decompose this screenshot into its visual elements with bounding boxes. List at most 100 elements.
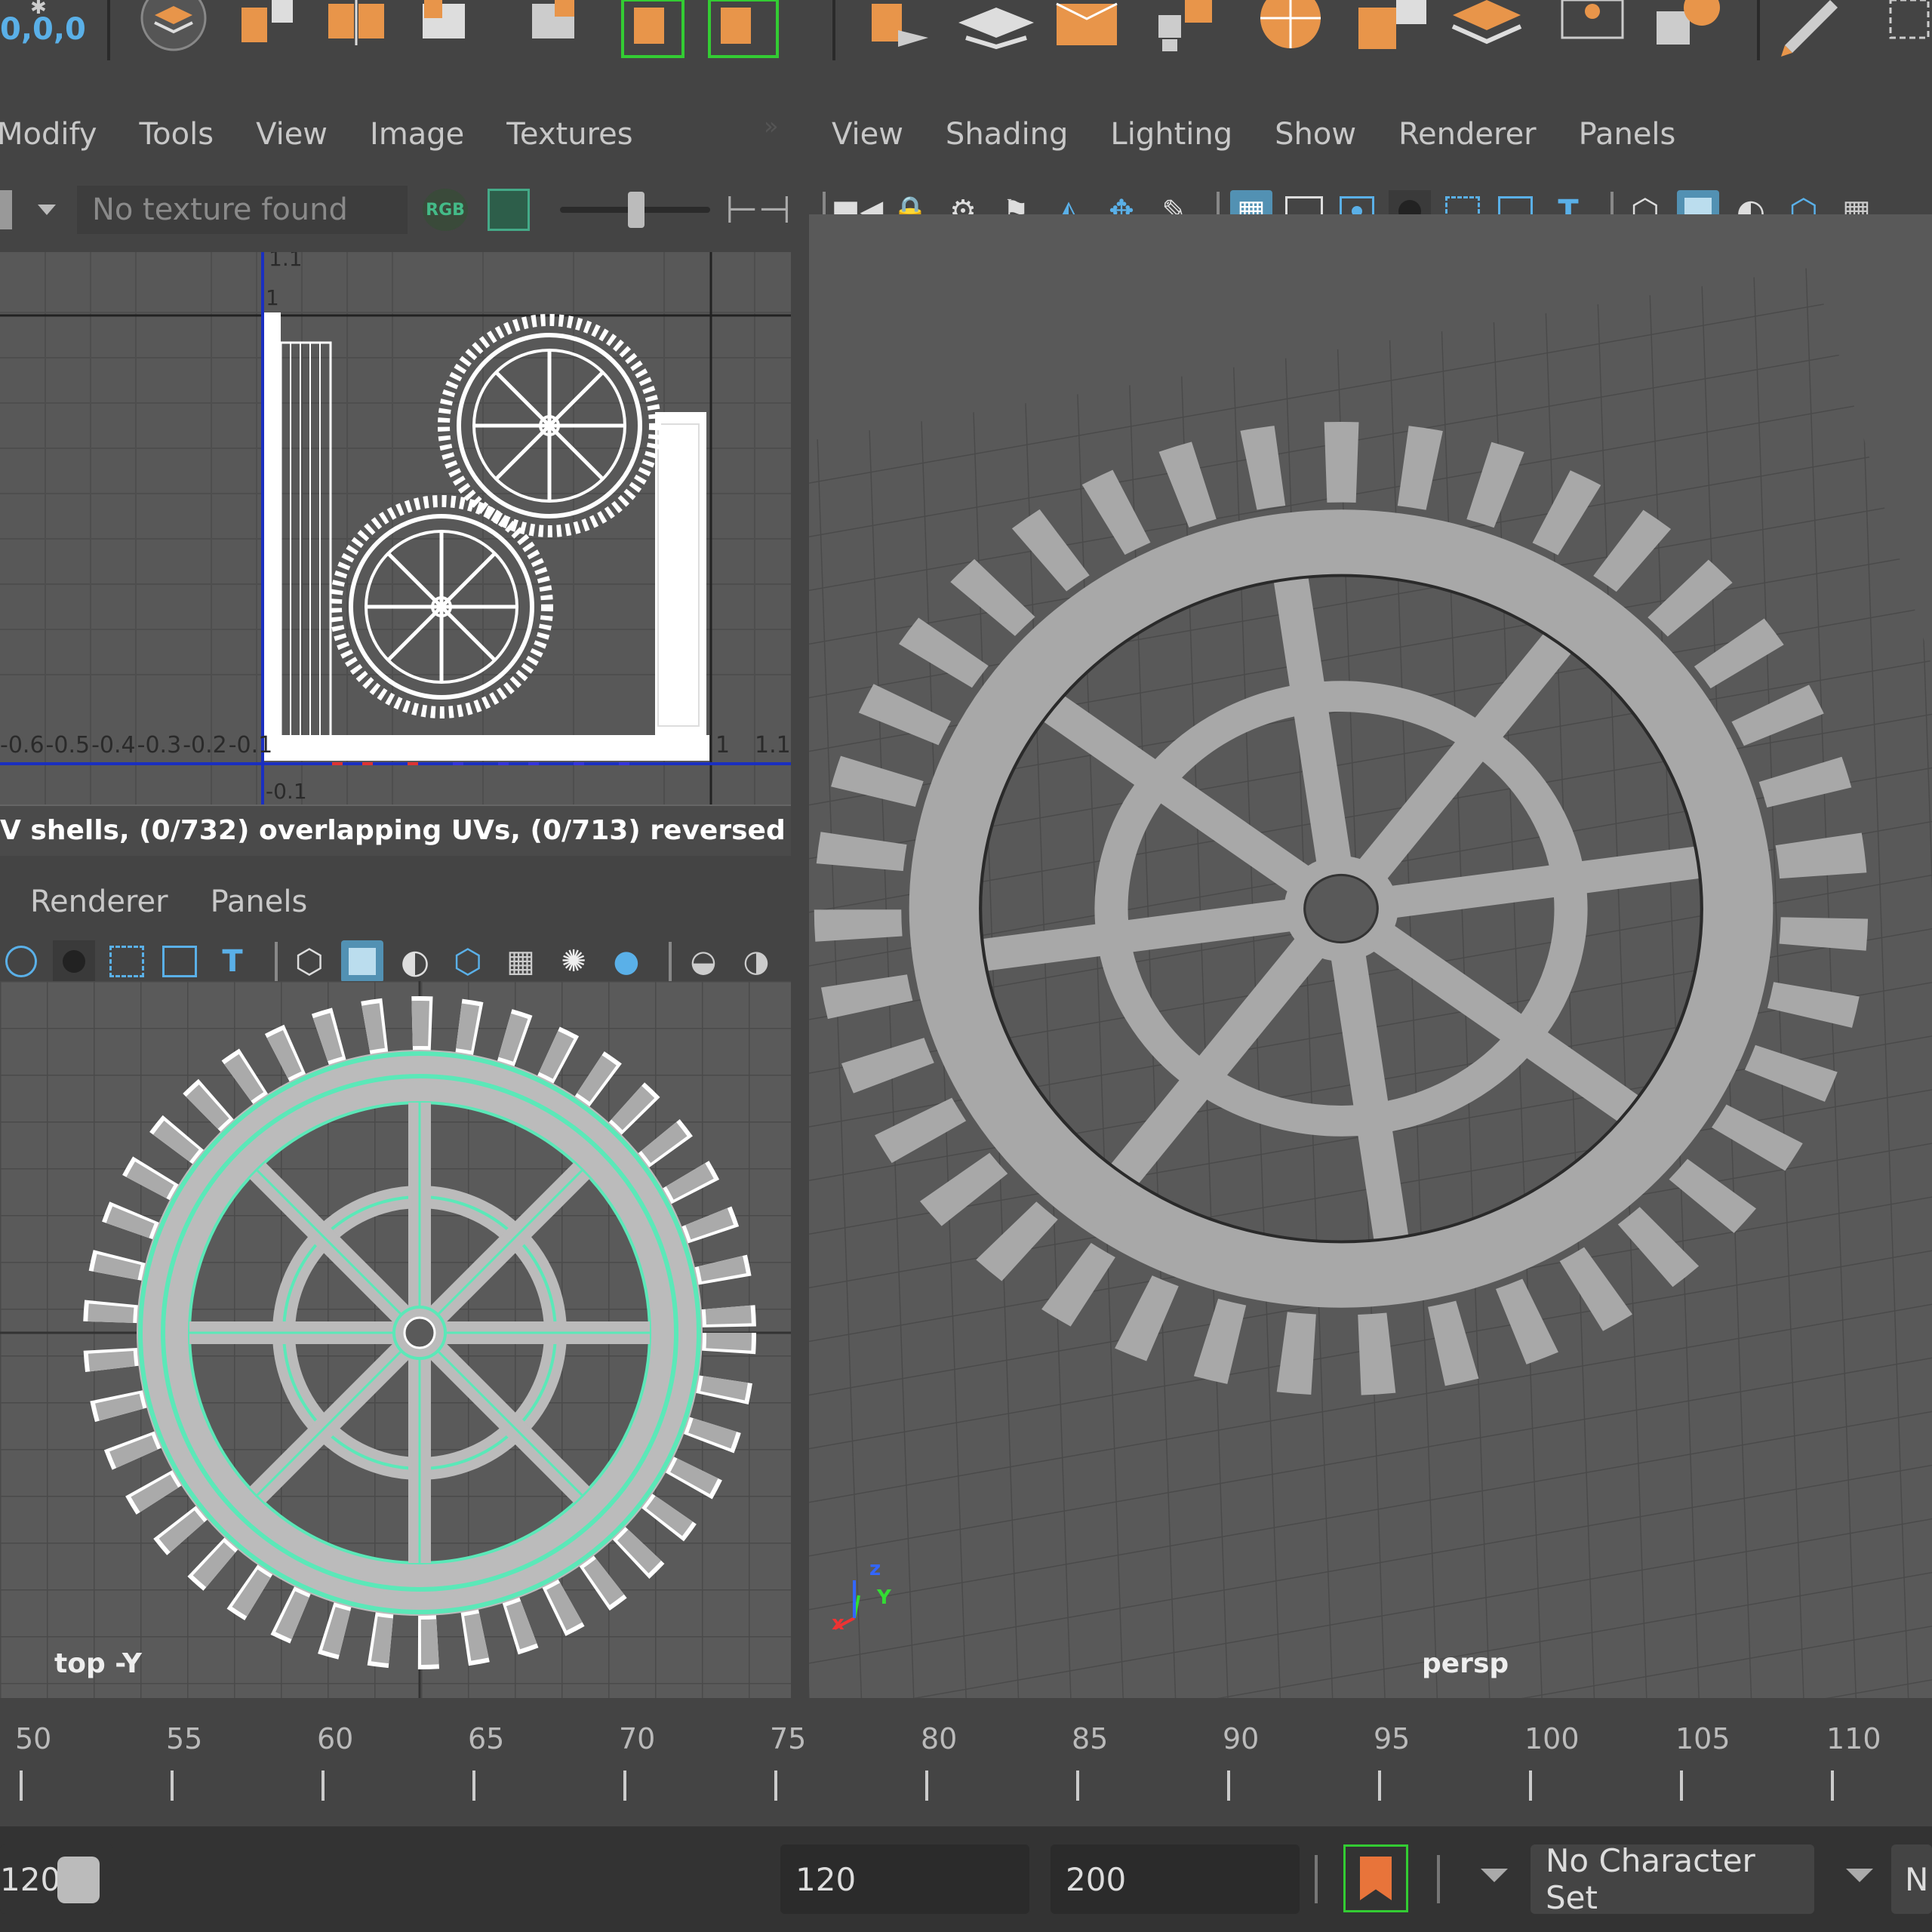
ambient-occlusion-icon[interactable]: ◒ xyxy=(682,940,724,983)
wireframe-cube-icon[interactable]: ⬡ xyxy=(288,940,331,983)
smooth-shade-icon[interactable] xyxy=(341,940,383,983)
shadows-icon[interactable]: ● xyxy=(605,940,648,983)
axis-y-label: Y xyxy=(877,1586,891,1609)
uv-editor-viewport[interactable]: -0.6 -0.5 -0.4 -0.3 -0.2 -0.1 1 1.1 1.1 … xyxy=(0,252,791,856)
grid-sew-icon[interactable] xyxy=(532,0,574,38)
rgb-channel-icon[interactable]: RGB xyxy=(423,189,468,231)
xray-icon[interactable] xyxy=(53,940,95,983)
lights-icon[interactable]: ✺ xyxy=(552,940,595,983)
uv-shell-bottom[interactable] xyxy=(264,735,709,761)
menu-textures[interactable]: Textures xyxy=(506,117,632,152)
menu-show[interactable]: Show xyxy=(1275,117,1356,152)
timeline-tick-label: 65 xyxy=(468,1722,505,1755)
menu-view[interactable]: View xyxy=(256,117,328,152)
auto-key-button[interactable] xyxy=(1343,1844,1408,1912)
persp-viewport[interactable]: z Y x persp xyxy=(809,214,1932,1698)
menu-lighting[interactable]: Lighting xyxy=(1110,117,1232,152)
menu-modify[interactable]: Modify xyxy=(0,117,97,152)
bounding-box-icon[interactable] xyxy=(1561,0,1624,39)
persp-menubar: View Shading Lighting Show Renderer Pane… xyxy=(832,104,1718,165)
menu-image[interactable]: Image xyxy=(370,117,464,152)
tick-label: -0.2 xyxy=(183,732,227,758)
uv-gear-large[interactable] xyxy=(438,314,661,537)
cube-move-icon[interactable] xyxy=(872,4,928,47)
uv-gear-small[interactable] xyxy=(330,495,553,718)
time-slider[interactable]: 50 55 60 65 70 75 80 85 90 95 100 105 110 xyxy=(0,1707,1932,1813)
motion-blur-icon[interactable]: ◑ xyxy=(735,940,777,983)
texture-dropdown[interactable]: No texture found xyxy=(76,186,408,234)
timeline-tick-mark xyxy=(1227,1770,1230,1801)
tick-label: -0.1 xyxy=(266,779,307,804)
uv-status-text: V shells, (0/732) overlapping UVs, (0/71… xyxy=(0,815,791,846)
menu-view[interactable]: View xyxy=(832,117,903,152)
range-handle[interactable] xyxy=(57,1857,100,1903)
timeline-tick-mark xyxy=(171,1770,174,1801)
uv-unfold-icon[interactable] xyxy=(621,0,685,58)
character-set-dropdown[interactable]: No Character Set xyxy=(1531,1842,1814,1916)
timeline-tick-mark xyxy=(774,1770,777,1801)
timeline-tick-label: 60 xyxy=(317,1722,354,1755)
timeline-tick-label: 75 xyxy=(770,1722,807,1755)
tick-label: -0.6 xyxy=(0,732,45,758)
timeline-tick-mark xyxy=(321,1770,325,1801)
top-view-svg xyxy=(0,981,791,1698)
menu-panels[interactable]: Panels xyxy=(1579,117,1676,152)
brightness-slider[interactable] xyxy=(559,192,710,228)
uv-shell-strip-lines[interactable] xyxy=(279,341,332,759)
chevron-down-icon[interactable] xyxy=(1846,1869,1873,1882)
tick-label: -0.3 xyxy=(137,732,182,758)
tick-label: 1 xyxy=(266,285,279,310)
shade-wire-icon[interactable]: ◐ xyxy=(394,940,436,983)
anim-layer-dropdown[interactable]: N xyxy=(1891,1844,1932,1914)
timeline-tick-label: 55 xyxy=(166,1722,203,1755)
menu-tools[interactable]: Tools xyxy=(140,117,214,152)
range-start-value: 120 xyxy=(0,1860,61,1898)
texture-swatch-icon[interactable] xyxy=(0,190,12,229)
panel-expand-icon[interactable]: » xyxy=(764,112,779,140)
image-plane-icon[interactable] xyxy=(158,940,201,983)
shelf-icons-svg xyxy=(140,0,1930,60)
timeline-tick-label: 110 xyxy=(1826,1722,1881,1755)
scatter-grid-icon[interactable] xyxy=(1158,0,1212,51)
grid-cut-icon[interactable] xyxy=(423,0,465,38)
menu-panels[interactable]: Panels xyxy=(211,884,308,919)
tick-label: 1.1 xyxy=(269,252,303,271)
uv-axis-u-ticks: -0.6 -0.5 -0.4 -0.3 -0.2 -0.1 xyxy=(0,732,272,758)
timeline-tick-label: 80 xyxy=(921,1722,958,1755)
texture-checker-icon[interactable]: ▦ xyxy=(500,940,542,983)
image-toggle-icon[interactable] xyxy=(487,189,530,231)
pen-icon[interactable] xyxy=(1781,0,1838,57)
grid-sphere-icon[interactable] xyxy=(1657,0,1720,45)
top-view-viewport[interactable]: top -Y xyxy=(0,981,791,1698)
uv-shell-strip[interactable] xyxy=(264,312,281,758)
range-max-field[interactable]: 200 xyxy=(1051,1844,1300,1914)
menu-renderer[interactable]: Renderer xyxy=(30,884,168,919)
bookmark-key-icon xyxy=(1360,1857,1392,1900)
layout-icon[interactable] xyxy=(1451,0,1522,45)
cube-plane-icon[interactable] xyxy=(1358,0,1426,49)
animation-end-field[interactable]: 120 xyxy=(780,1844,1029,1914)
isolate-icon[interactable] xyxy=(0,940,42,983)
uv-unfold-alt-icon[interactable] xyxy=(708,0,779,58)
chevron-down-icon[interactable] xyxy=(37,205,56,215)
separator xyxy=(1315,1855,1318,1903)
sphere-cut-icon[interactable] xyxy=(1260,0,1321,48)
menu-shading[interactable]: Shading xyxy=(946,117,1069,152)
step-arrows-icon[interactable]: ⊢⊣ xyxy=(725,188,791,232)
tick-label: 1.1 xyxy=(755,732,791,758)
cube-planar-icon[interactable] xyxy=(958,8,1034,50)
selection-icon[interactable] xyxy=(1889,0,1930,39)
wire-on-shaded-icon[interactable]: ⬡ xyxy=(447,940,489,983)
menu-renderer[interactable]: Renderer xyxy=(1398,117,1537,152)
cube-split-icon[interactable] xyxy=(242,0,293,42)
cube-project-icon[interactable] xyxy=(1056,2,1118,45)
persp-view-label: persp xyxy=(1422,1648,1509,1679)
persp-svg xyxy=(809,267,1932,1698)
layer-stack-icon[interactable] xyxy=(140,0,207,51)
cube-half-icon[interactable] xyxy=(328,0,384,45)
text-icon[interactable]: T xyxy=(211,940,254,983)
chevron-down-icon[interactable] xyxy=(1481,1869,1508,1882)
timeline-tick-mark xyxy=(623,1770,626,1801)
slider-thumb[interactable] xyxy=(627,192,645,228)
wireframe-grid-icon[interactable] xyxy=(106,940,148,983)
